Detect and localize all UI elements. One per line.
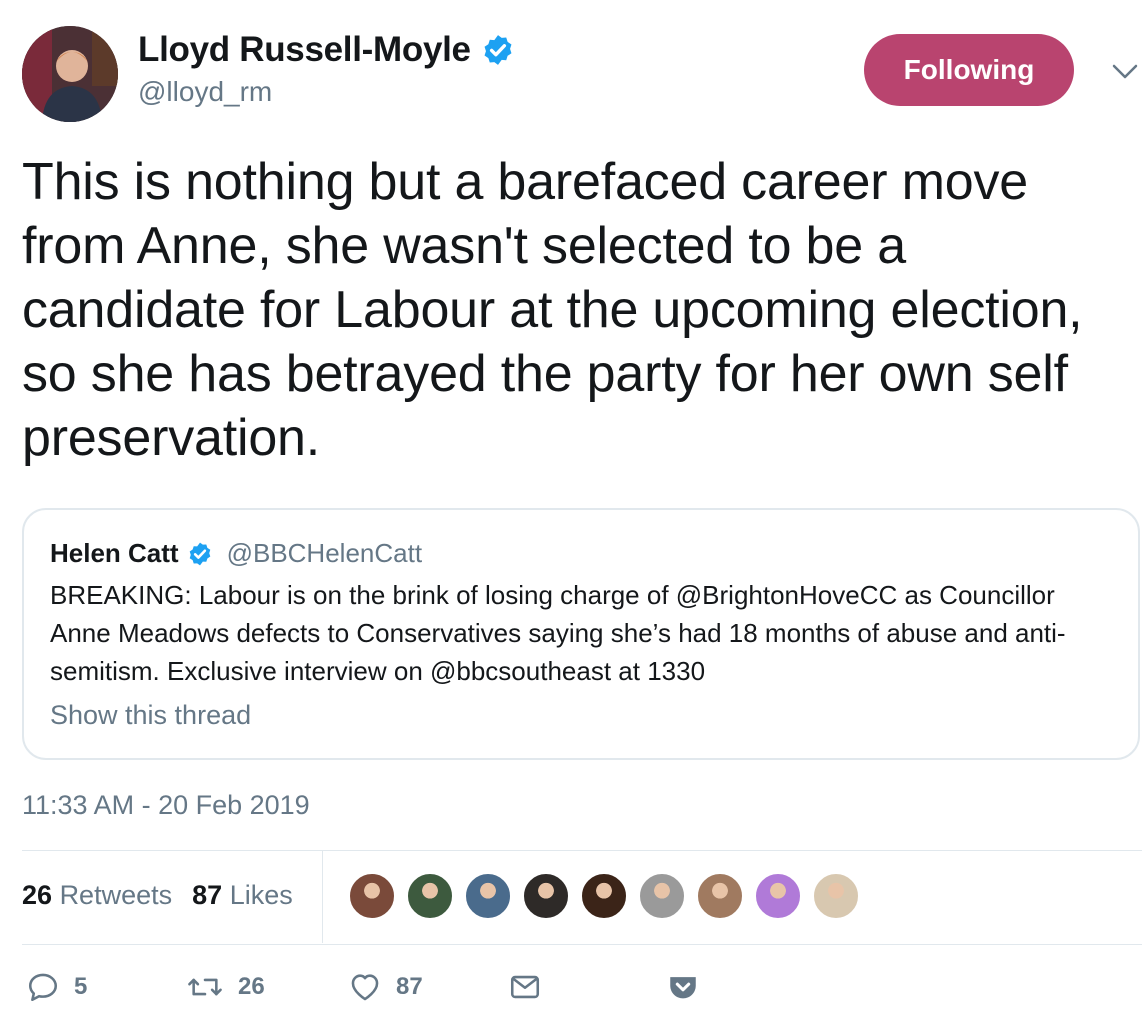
tweet-text: This is nothing but a barefaced career m… [22, 153, 1083, 467]
reply-icon [28, 973, 58, 1002]
liker-avatar[interactable] [754, 872, 802, 920]
author-info: Lloyd Russell-Moyle @lloyd_rm [138, 30, 515, 108]
retweets-stat[interactable]: 26 Retweets [22, 880, 172, 911]
retweet-count: 26 [238, 973, 265, 1000]
save-to-pocket-button[interactable] [666, 970, 700, 1004]
verified-badge-icon [484, 35, 512, 65]
retweet-icon [188, 978, 222, 996]
verified-badge-icon [189, 542, 210, 565]
chevron-down-icon[interactable] [1108, 58, 1142, 84]
liker-avatar[interactable] [522, 872, 570, 920]
retweet-button[interactable]: 26 [186, 970, 265, 1004]
author-avatar[interactable] [22, 26, 118, 122]
quoted-tweet-text: BREAKING: Labour is on the brink of losi… [50, 580, 1066, 686]
pocket-icon [670, 977, 696, 999]
author-display-name[interactable]: Lloyd Russell-Moyle [138, 30, 471, 70]
liker-avatar[interactable] [348, 872, 396, 920]
likes-label: Likes [229, 880, 293, 910]
liker-avatar[interactable] [696, 872, 744, 920]
reply-button[interactable]: 5 [26, 970, 87, 1004]
retweets-label: Retweets [59, 880, 173, 910]
show-thread-link[interactable]: Show this thread [50, 700, 251, 731]
liker-avatar[interactable] [638, 872, 686, 920]
liker-avatar[interactable] [464, 872, 512, 920]
like-button[interactable]: 87 [348, 970, 423, 1004]
quoted-tweet[interactable]: Helen Catt @BBCHelenCatt BREAKING: Labou… [22, 508, 1140, 760]
divider [22, 850, 1142, 851]
retweets-count: 26 [22, 880, 53, 910]
envelope-icon [510, 975, 540, 999]
author-handle[interactable]: @lloyd_rm [138, 76, 515, 108]
likes-stat[interactable]: 87 Likes [192, 880, 293, 911]
divider [22, 944, 1142, 945]
quoted-handle: @BBCHelenCatt [226, 538, 423, 568]
quoted-tweet-header: Helen Catt @BBCHelenCatt [50, 538, 422, 569]
like-count: 87 [396, 973, 423, 1000]
liker-avatar[interactable] [812, 872, 860, 920]
liker-avatar[interactable] [406, 872, 454, 920]
direct-message-button[interactable] [508, 970, 542, 1004]
following-button[interactable]: Following [864, 34, 1074, 106]
reply-count: 5 [74, 973, 88, 1000]
heart-icon [351, 974, 379, 1001]
tweet-stats: 26 Retweets 87 Likes [22, 880, 293, 911]
tweet-timestamp[interactable]: 11:33 AM - 20 Feb 2019 [22, 790, 310, 821]
divider [322, 851, 323, 943]
likes-count: 87 [192, 880, 223, 910]
liker-avatar[interactable] [580, 872, 628, 920]
quoted-display-name: Helen Catt [50, 538, 179, 568]
likers-avatars [348, 872, 860, 920]
